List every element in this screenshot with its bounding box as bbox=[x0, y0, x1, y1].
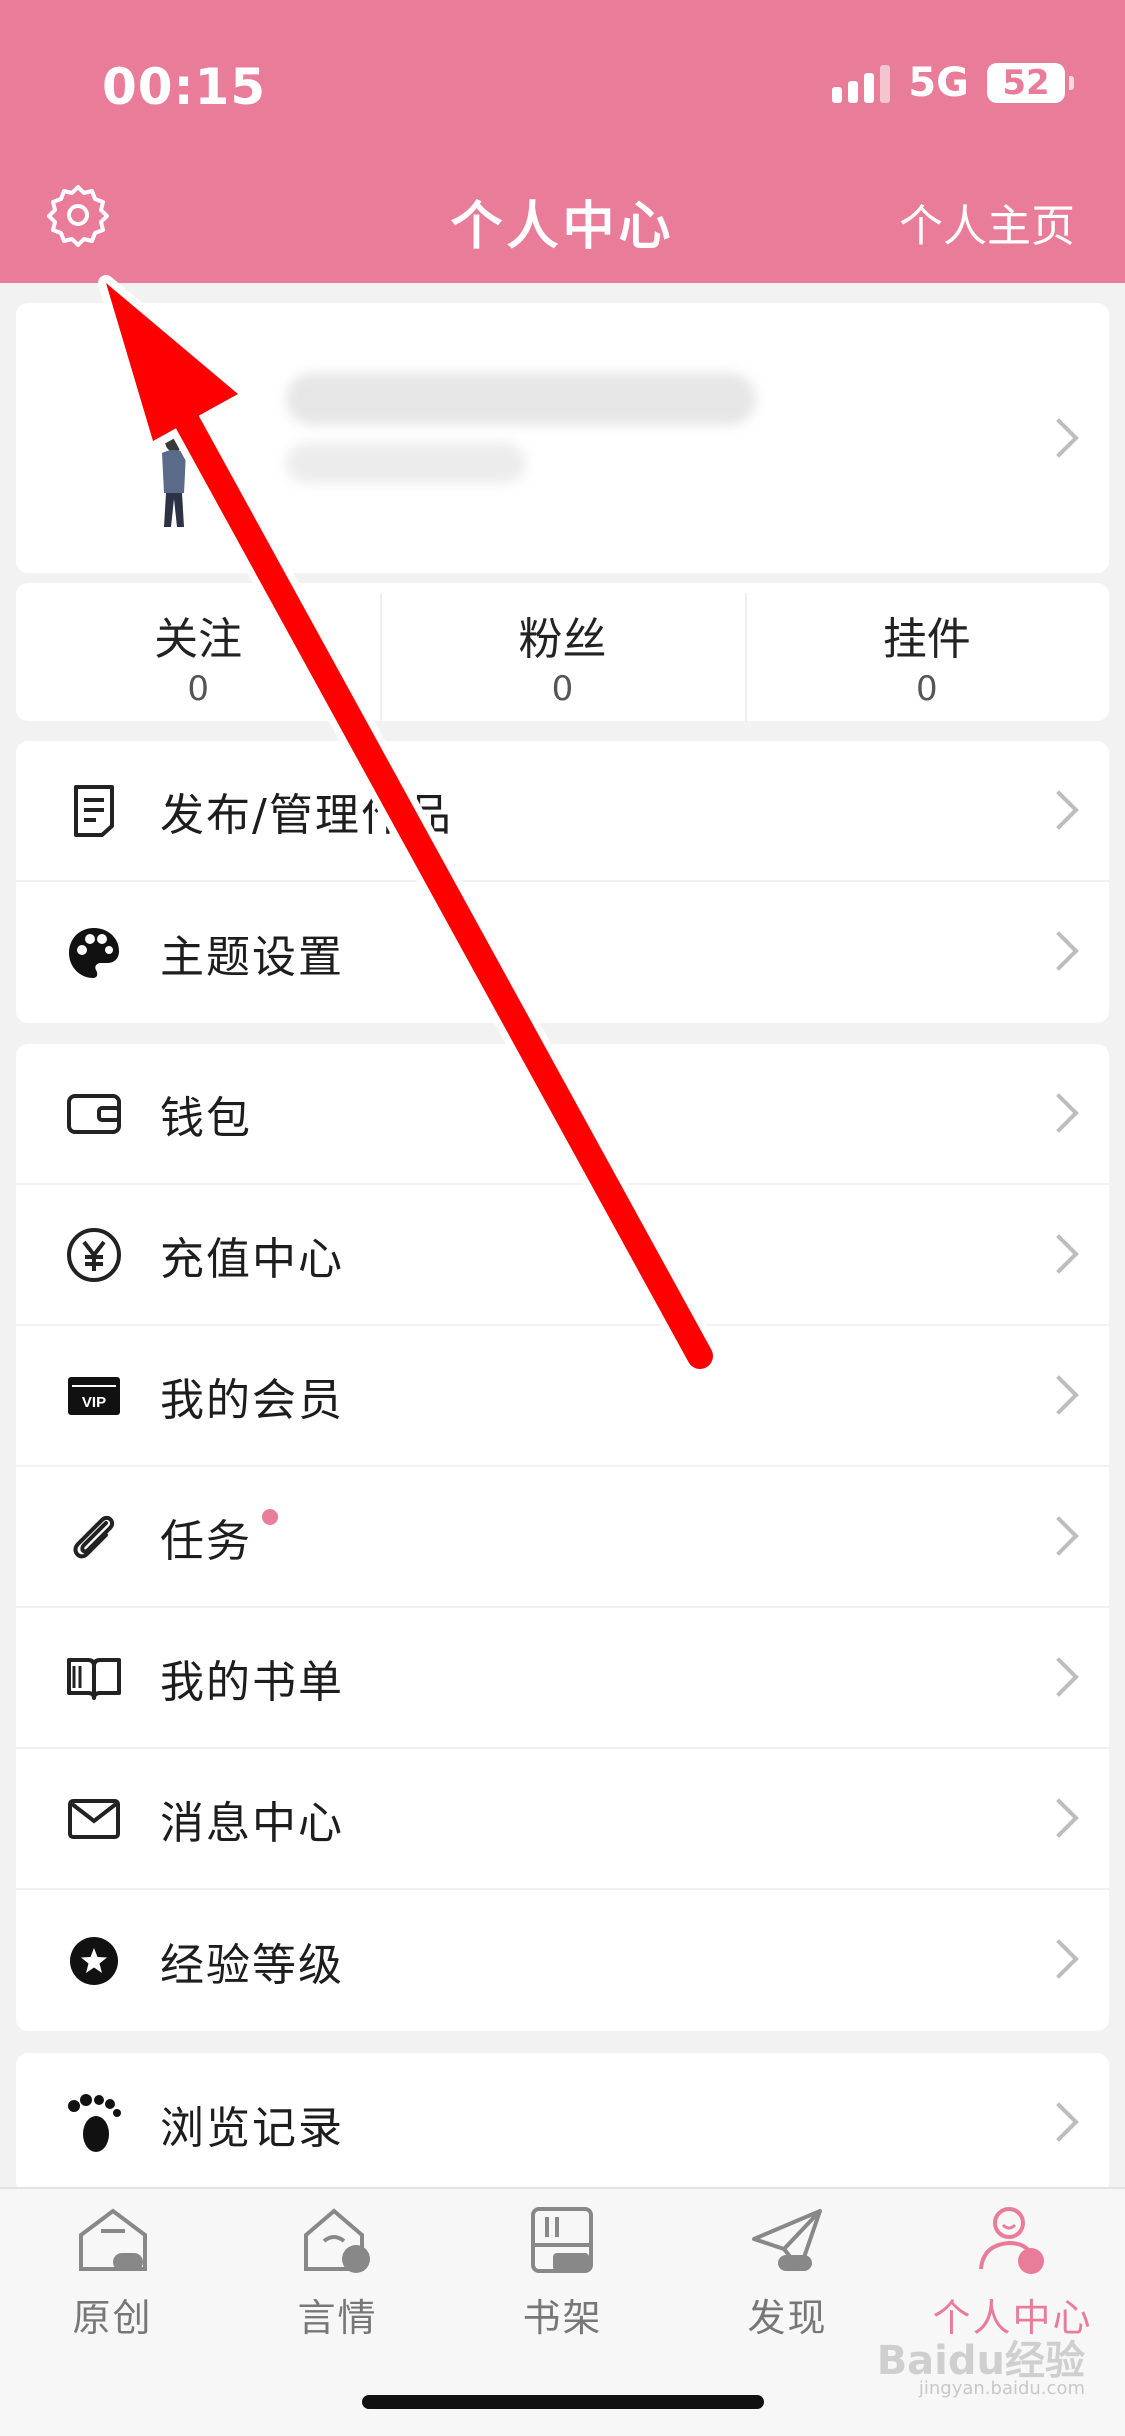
status-indicators: 5G 52 bbox=[832, 60, 1074, 106]
profile-card[interactable] bbox=[16, 303, 1109, 573]
tab-label: 发现 bbox=[747, 2296, 828, 2340]
footprint-icon bbox=[64, 2093, 124, 2154]
signal-icon bbox=[832, 63, 891, 103]
chevron-right-icon bbox=[1039, 418, 1079, 458]
stat-label: 关注 bbox=[154, 614, 243, 665]
stat-value: 0 bbox=[916, 669, 938, 709]
stat-value: 0 bbox=[187, 669, 209, 709]
avatar bbox=[162, 430, 186, 527]
chevron-right-icon bbox=[1039, 1093, 1079, 1133]
menu-item-wallet[interactable]: 钱包 bbox=[16, 1044, 1109, 1185]
menu-label: 浏览记录 bbox=[160, 2102, 344, 2154]
tab-label: 原创 bbox=[72, 2296, 153, 2340]
stat-value: 0 bbox=[551, 669, 574, 709]
menu-item-membership[interactable]: VIP 我的会员 bbox=[16, 1326, 1109, 1467]
stats-bar: 关注 0 粉丝 0 挂件 0 bbox=[16, 583, 1109, 721]
chevron-right-icon bbox=[1039, 1939, 1079, 1979]
chevron-right-icon bbox=[1039, 1657, 1079, 1697]
menu-label: 消息中心 bbox=[160, 1797, 344, 1849]
chevron-right-icon bbox=[1039, 1798, 1079, 1838]
chevron-right-icon bbox=[1039, 931, 1079, 971]
romance-icon bbox=[303, 2208, 370, 2273]
star-badge-icon bbox=[64, 1931, 124, 1991]
palette-icon bbox=[64, 923, 124, 983]
menu-item-message-center[interactable]: 消息中心 bbox=[16, 1749, 1109, 1890]
menu-item-theme-settings[interactable]: 主题设置 bbox=[16, 882, 1109, 1023]
stat-following[interactable]: 关注 0 bbox=[16, 583, 380, 721]
stat-label: 粉丝 bbox=[518, 614, 607, 665]
notification-dot bbox=[262, 1508, 278, 1525]
header-bar: 00:15 5G 52 个人中心 个人主页 bbox=[0, 0, 1125, 283]
chevron-right-icon bbox=[1039, 2102, 1079, 2142]
tab-label: 言情 bbox=[297, 2296, 378, 2340]
menu-section-account: 钱包 充值中心 VIP 我的会员 任务 我的书单 消息中心 经验等级 bbox=[16, 1044, 1109, 2031]
mail-icon bbox=[64, 1789, 124, 1849]
original-icon bbox=[78, 2208, 147, 2271]
chevron-right-icon bbox=[1039, 1516, 1079, 1556]
menu-item-publish-manage[interactable]: 发布/管理作品 bbox=[16, 741, 1109, 882]
tab-discover[interactable]: 发现 bbox=[675, 2205, 900, 2342]
menu-item-booklist[interactable]: 我的书单 bbox=[16, 1608, 1109, 1749]
stat-pendants[interactable]: 挂件 0 bbox=[744, 583, 1109, 721]
username-blurred bbox=[286, 373, 756, 425]
bookshelf-icon bbox=[530, 2207, 593, 2273]
discover-icon bbox=[751, 2209, 822, 2271]
menu-label: 充值中心 bbox=[160, 1233, 344, 1285]
menu-section-history: 浏览记录 bbox=[16, 2053, 1109, 2194]
profile-icon bbox=[978, 2207, 1044, 2274]
menu-label: 主题设置 bbox=[160, 931, 344, 983]
menu-section-works: 发布/管理作品 主题设置 bbox=[16, 741, 1109, 1023]
watermark-sub: jingyan.baidu.com bbox=[918, 2378, 1085, 2399]
paperclip-icon bbox=[64, 1507, 124, 1567]
personal-homepage-link[interactable]: 个人主页 bbox=[899, 190, 1075, 254]
menu-item-tasks[interactable]: 任务 bbox=[16, 1467, 1109, 1608]
menu-item-experience-level[interactable]: 经验等级 bbox=[16, 1890, 1109, 2031]
home-indicator bbox=[362, 2395, 764, 2409]
vip-text: VIP bbox=[82, 1394, 106, 1411]
menu-item-browse-history[interactable]: 浏览记录 bbox=[16, 2053, 1109, 2194]
menu-item-recharge-center[interactable]: 充值中心 bbox=[16, 1185, 1109, 1326]
chevron-right-icon bbox=[1039, 1234, 1079, 1274]
stat-fans[interactable]: 粉丝 0 bbox=[380, 583, 744, 721]
wallet-icon bbox=[64, 1084, 124, 1144]
yen-icon bbox=[64, 1225, 124, 1285]
battery-icon: 52 bbox=[987, 63, 1074, 103]
network-label: 5G bbox=[908, 60, 969, 106]
book-icon bbox=[64, 1648, 124, 1708]
tab-original[interactable]: 原创 bbox=[0, 2205, 225, 2342]
menu-label: 任务 bbox=[160, 1505, 278, 1569]
tab-label: 书架 bbox=[522, 2296, 603, 2340]
status-time: 00:15 bbox=[102, 58, 267, 116]
vip-icon: VIP bbox=[64, 1366, 124, 1426]
chevron-right-icon bbox=[1039, 790, 1079, 830]
menu-label: 我的书单 bbox=[160, 1656, 344, 1708]
stat-label: 挂件 bbox=[882, 614, 971, 665]
document-icon bbox=[64, 781, 124, 841]
menu-label: 我的会员 bbox=[160, 1374, 344, 1426]
user-info-blurred bbox=[286, 443, 526, 483]
menu-label: 钱包 bbox=[160, 1092, 252, 1144]
menu-label: 经验等级 bbox=[160, 1939, 344, 1991]
chevron-right-icon bbox=[1039, 1375, 1079, 1415]
tab-romance[interactable]: 言情 bbox=[225, 2205, 450, 2342]
menu-label: 发布/管理作品 bbox=[160, 789, 453, 841]
tab-profile[interactable]: 个人中心 bbox=[900, 2205, 1125, 2342]
tab-bookshelf[interactable]: 书架 bbox=[450, 2205, 675, 2342]
